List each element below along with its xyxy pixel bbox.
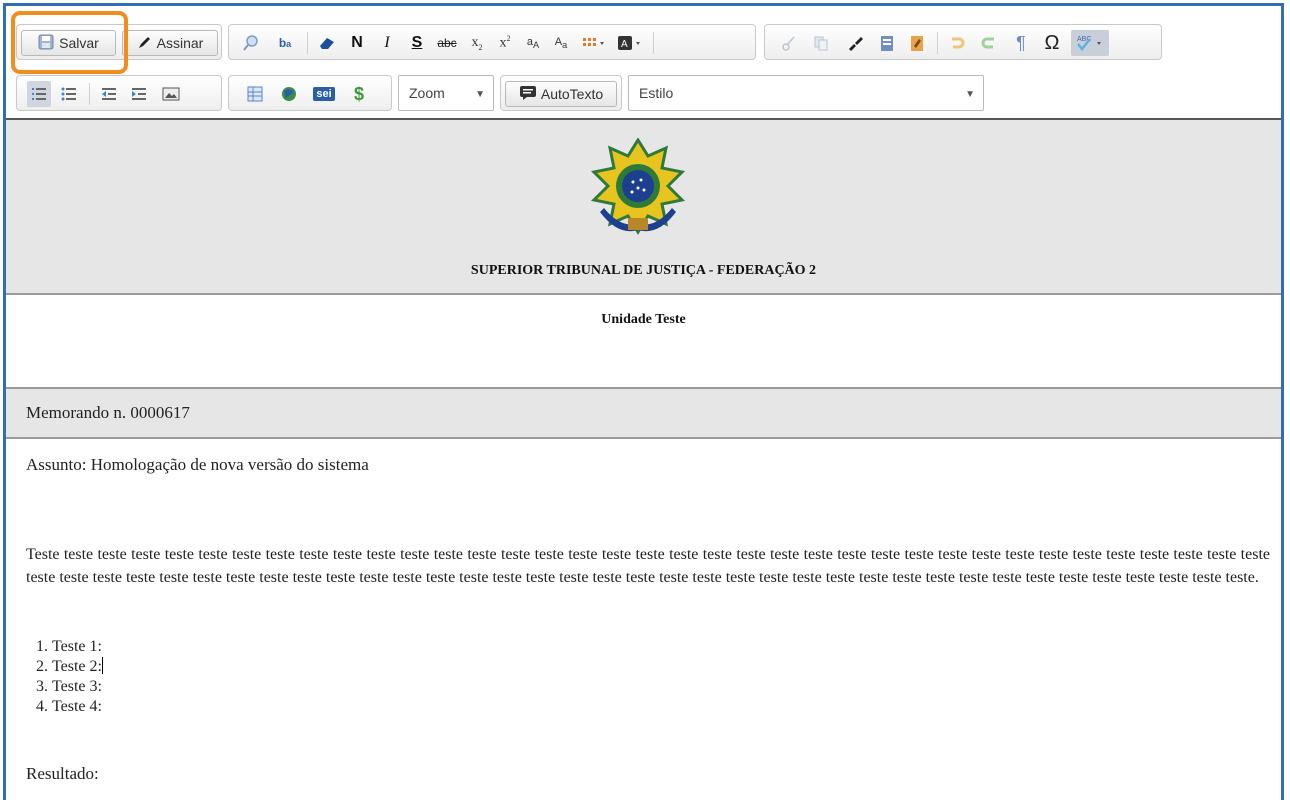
list-item-text: Teste 1: bbox=[52, 638, 102, 655]
chevron-down-icon: ▼ bbox=[475, 89, 485, 100]
format-painter-icon[interactable] bbox=[843, 30, 867, 56]
zoom-dropdown[interactable]: Zoom ▼ bbox=[398, 75, 494, 111]
numbered-list-icon[interactable] bbox=[27, 81, 51, 107]
chevron-down-icon: ▼ bbox=[965, 89, 975, 100]
list-item-text: Teste 2: bbox=[52, 658, 102, 675]
subscript-icon[interactable]: x2 bbox=[465, 30, 489, 56]
zoom-label: Zoom bbox=[409, 85, 445, 101]
special-character-button[interactable]: Ω bbox=[1039, 30, 1065, 56]
sei-link-icon[interactable]: sei bbox=[311, 81, 337, 107]
bulleted-list-icon[interactable] bbox=[57, 81, 81, 107]
underline-button[interactable]: S bbox=[405, 30, 429, 56]
editor-frame: Salvar Assinar ba N I S abc x2 x2 aA Aa … bbox=[3, 3, 1284, 800]
replace-icon[interactable]: ba bbox=[273, 30, 297, 56]
sign-button[interactable]: Assinar bbox=[122, 30, 218, 56]
link-globe-icon[interactable] bbox=[277, 81, 301, 107]
speech-bubble-icon bbox=[519, 85, 537, 104]
list-item-text: Teste 3: bbox=[52, 678, 102, 695]
list-item: Teste 1: bbox=[52, 637, 103, 657]
subject-line: Assunto: Homologação de nova versão do s… bbox=[26, 455, 369, 474]
table-icon[interactable] bbox=[243, 81, 267, 107]
uppercase-icon[interactable]: aA bbox=[521, 30, 545, 56]
document-body[interactable]: Assunto: Homologação de nova versão do s… bbox=[6, 439, 1281, 800]
lowercase-icon[interactable]: Aa bbox=[549, 30, 573, 56]
redo-icon[interactable] bbox=[977, 30, 1001, 56]
paste-text-icon[interactable] bbox=[875, 30, 899, 56]
toolbar-group-lists bbox=[16, 75, 222, 111]
result-label: Resultado: bbox=[26, 764, 99, 783]
toolbar-group-insert: sei $ bbox=[228, 75, 392, 111]
unit-section: Unidade Teste bbox=[6, 295, 1281, 389]
sign-button-label: Assinar bbox=[156, 35, 204, 51]
copy-icon[interactable] bbox=[809, 30, 833, 56]
decrease-indent-icon[interactable] bbox=[97, 81, 121, 107]
save-highlight-box bbox=[11, 11, 128, 74]
increase-indent-icon[interactable] bbox=[127, 81, 151, 107]
list-item: Teste 3: bbox=[52, 677, 103, 697]
paste-word-icon[interactable] bbox=[905, 30, 929, 56]
strikethrough-icon[interactable]: abc bbox=[435, 30, 459, 56]
body-paragraph: Teste teste teste teste teste teste test… bbox=[26, 546, 1270, 586]
pilcrow-icon[interactable]: ¶ bbox=[1009, 30, 1033, 56]
memo-number-section: Memorando n. 0000617 bbox=[6, 389, 1281, 439]
svg-text:A: A bbox=[621, 39, 628, 50]
toolbar-group-edit: ¶ Ω ABC bbox=[764, 24, 1162, 60]
style-dropdown[interactable]: Estilo ▼ bbox=[628, 75, 984, 111]
organization-name: SUPERIOR TRIBUNAL DE JUSTIÇA - FEDERAÇÃO… bbox=[470, 263, 817, 278]
eraser-icon[interactable] bbox=[315, 30, 339, 56]
toolbar-group-formatting: ba N I S abc x2 x2 aA Aa A bbox=[228, 24, 756, 60]
currency-button[interactable]: $ bbox=[347, 81, 371, 107]
superscript-icon[interactable]: x2 bbox=[493, 30, 517, 56]
toolbar-group-autotext: AutoTexto bbox=[500, 75, 622, 111]
text-cursor bbox=[101, 657, 103, 674]
memo-number: Memorando n. 0000617 bbox=[26, 403, 190, 422]
letterhead-section: SUPERIOR TRIBUNAL DE JUSTIÇA - FEDERAÇÃO… bbox=[6, 120, 1281, 295]
bold-button[interactable]: N bbox=[345, 30, 369, 56]
image-icon[interactable] bbox=[159, 81, 183, 107]
autotext-label: AutoTexto bbox=[540, 86, 604, 102]
unit-name: Unidade Teste bbox=[601, 312, 686, 327]
style-label: Estilo bbox=[639, 85, 674, 101]
numbered-list: Teste 1: Teste 2: Teste 3: Teste 4: bbox=[26, 637, 103, 717]
national-coat-of-arms-emblem bbox=[588, 137, 688, 238]
find-icon[interactable] bbox=[239, 30, 263, 56]
list-item: Teste 4: bbox=[52, 697, 103, 717]
sei-link-label: sei bbox=[313, 87, 335, 101]
editor-toolbar: Salvar Assinar ba N I S abc x2 x2 aA Aa … bbox=[6, 6, 1281, 120]
cut-icon[interactable] bbox=[777, 30, 801, 56]
spellcheck-icon[interactable]: ABC bbox=[1071, 30, 1109, 56]
background-color-icon[interactable]: A bbox=[615, 30, 645, 56]
list-item: Teste 2: bbox=[52, 657, 103, 677]
table-dropdown-icon[interactable] bbox=[579, 30, 609, 56]
list-item-text: Teste 4: bbox=[52, 698, 102, 715]
undo-icon[interactable] bbox=[945, 30, 969, 56]
italic-button[interactable]: I bbox=[375, 30, 399, 56]
autotext-button[interactable]: AutoTexto bbox=[505, 81, 617, 107]
pen-icon bbox=[137, 34, 153, 53]
